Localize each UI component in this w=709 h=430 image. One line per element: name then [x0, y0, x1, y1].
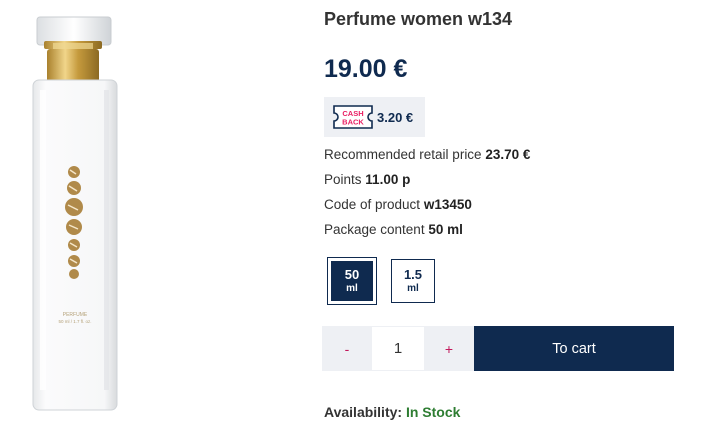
bottle-label-line1: PERFUME: [63, 312, 88, 318]
stock-status: In Stock: [405, 404, 461, 420]
package-content-value: 50 ml: [428, 222, 463, 237]
retail-price-label: Recommended retail price: [324, 147, 482, 162]
variant-1-5ml-button[interactable]: 1.5 ml: [391, 259, 435, 303]
product-image: PERFUME 50 ml / 1.7 fl. oz.: [0, 0, 150, 430]
package-content-label: Package content: [324, 222, 425, 237]
availability-label: Availability:: [324, 404, 403, 420]
points-label: Points: [324, 172, 362, 187]
product-price: 19.00 €: [324, 55, 408, 83]
retail-price-row: Recommended retail price 23.70 €: [324, 147, 530, 162]
quantity-input[interactable]: [372, 326, 424, 371]
bottle-glass-cap: [36, 16, 112, 46]
cashback-amount: 3.20 €: [377, 109, 414, 125]
cashback-icon: CASH BACK: [333, 105, 373, 129]
variant-unit: ml: [346, 282, 358, 294]
quantity-increase-button[interactable]: +: [424, 326, 474, 371]
points-row: Points 11.00 p: [324, 172, 410, 187]
variant-50ml-button[interactable]: 50 ml: [331, 261, 373, 301]
points-value: 11.00 p: [365, 172, 411, 187]
svg-text:BACK: BACK: [342, 118, 364, 127]
variant-number: 50: [344, 267, 360, 283]
availability-row: Availability: In Stock: [324, 404, 460, 420]
cashback-badge: CASH BACK 3.20 €: [324, 97, 425, 137]
product-code-label: Code of product: [324, 197, 421, 212]
variant-50ml-option[interactable]: 50 ml: [327, 257, 377, 305]
add-to-cart-button[interactable]: To cart: [474, 326, 674, 371]
product-code-row: Code of product w13450: [324, 197, 472, 212]
retail-price-value: 23.70 €: [485, 147, 531, 162]
quantity-decrease-button[interactable]: -: [322, 326, 372, 371]
product-code-value: w13450: [423, 197, 472, 212]
package-content-row: Package content 50 ml: [324, 222, 463, 237]
variant-number: 1.5: [403, 267, 423, 283]
bottle-label-line2: 50 ml / 1.7 fl. oz.: [58, 319, 91, 324]
variant-unit: ml: [407, 282, 419, 294]
product-title: Perfume women w134: [324, 9, 513, 29]
